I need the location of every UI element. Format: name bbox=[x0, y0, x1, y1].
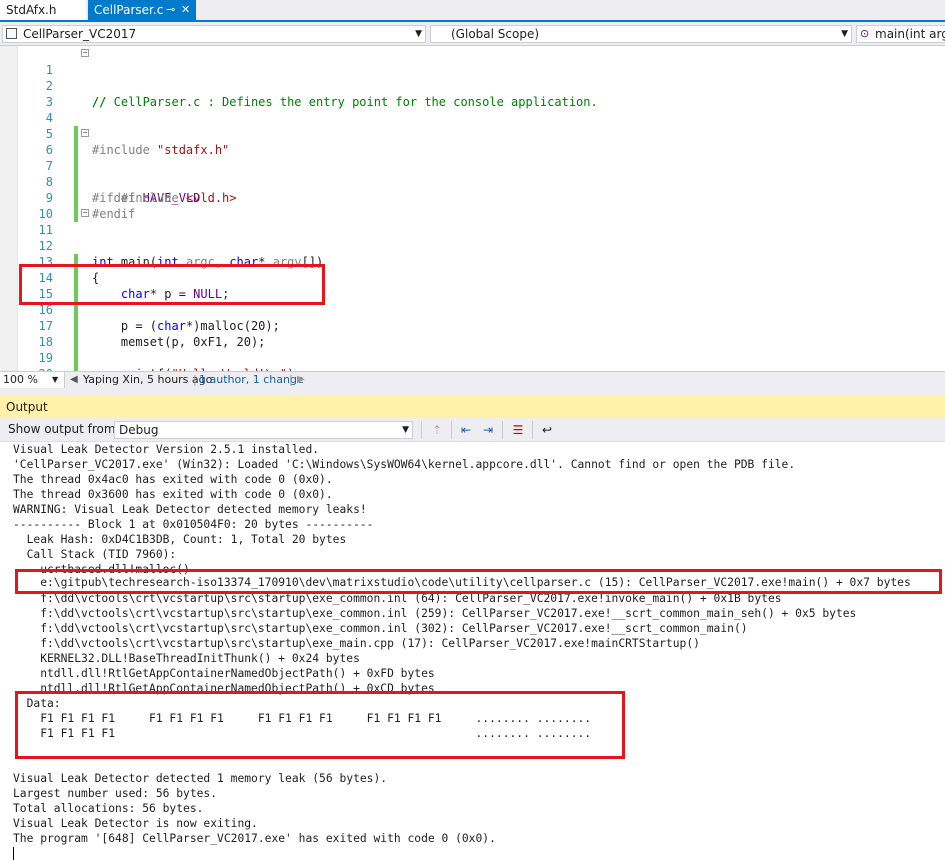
highlight-box-data bbox=[15, 691, 625, 759]
code-line: 8 #endif bbox=[0, 158, 945, 221]
code-line: 19 bbox=[0, 334, 945, 371]
output-line: 'CellParser_VC2017.exe' (Win32): Loaded … bbox=[13, 458, 796, 471]
output-line: WARNING: Visual Leak Detector detected m… bbox=[13, 503, 367, 516]
scope-dropdown[interactable]: (Global Scope) ▼ bbox=[430, 25, 852, 43]
codelens-changes[interactable]: 1 author, 1 change bbox=[199, 372, 304, 388]
code-line: 11 − int main(int argc, char* argv[]) bbox=[0, 206, 945, 270]
member-dropdown-value: main(int argc bbox=[875, 27, 945, 41]
panel-splitter[interactable] bbox=[0, 389, 945, 396]
tab-label: StdAfx.h bbox=[6, 3, 57, 17]
zoom-level: 100 % bbox=[3, 373, 38, 386]
output-line: Visual Leak Detector detected 1 memory l… bbox=[13, 772, 388, 785]
collapse-icon[interactable]: − bbox=[81, 129, 89, 137]
output-line: The program '[648] CellParser_VC2017.exe… bbox=[13, 832, 496, 845]
scope-dropdown-value: (Global Scope) bbox=[451, 27, 540, 41]
chevron-down-icon: ▼ bbox=[52, 375, 59, 384]
output-line: f:\dd\vctools\crt\vcstartup\src\startup\… bbox=[13, 622, 748, 635]
tab-cellparser-c[interactable]: CellParser.c ⊸ ✕ bbox=[88, 0, 196, 20]
output-line: Call Stack (TID 7960): bbox=[13, 548, 177, 561]
navigation-bar: CellParser_VC2017 ▼ (Global Scope) ▼ mai… bbox=[0, 22, 945, 46]
output-window-title: Output bbox=[0, 396, 945, 418]
code-line: 12 { bbox=[0, 222, 945, 285]
highlight-box-callstack bbox=[15, 569, 942, 594]
separator: | bbox=[193, 373, 197, 386]
code-line: 6 − #ifdef HAVE_VLD bbox=[0, 126, 945, 206]
code-line: 3 bbox=[0, 78, 945, 109]
show-output-from-label: Show output from: bbox=[8, 422, 120, 436]
output-source-value: Debug bbox=[119, 423, 159, 437]
clear-all-icon[interactable]: ☰ bbox=[509, 421, 527, 439]
collapse-icon[interactable]: − bbox=[81, 49, 89, 57]
previous-message-icon[interactable]: ⇤ bbox=[457, 421, 475, 439]
output-line: Total allocations: 56 bytes. bbox=[13, 802, 204, 815]
text-cursor bbox=[13, 847, 14, 860]
output-line: f:\dd\vctools\crt\vcstartup\src\startup\… bbox=[13, 607, 857, 620]
project-dropdown-value: CellParser_VC2017 bbox=[23, 27, 137, 41]
code-editor[interactable]: 1 − // CellParser.c : Defines the entry … bbox=[0, 46, 945, 371]
chevron-down-icon: ▼ bbox=[841, 29, 848, 39]
document-tab-bar: StdAfx.h CellParser.c ⊸ ✕ bbox=[0, 0, 945, 22]
member-dropdown[interactable]: main(int argc ⊙ bbox=[856, 25, 945, 43]
toolbar-separator bbox=[421, 421, 422, 439]
tab-label: CellParser.c bbox=[94, 3, 164, 17]
output-line: Visual Leak Detector is now exiting. bbox=[13, 817, 258, 830]
highlight-box-malloc bbox=[19, 264, 325, 305]
next-message-icon[interactable]: ⇥ bbox=[479, 421, 497, 439]
project-icon bbox=[6, 28, 17, 39]
close-icon[interactable]: ✕ bbox=[181, 0, 190, 20]
scroll-left-icon[interactable]: ◀ bbox=[70, 372, 78, 388]
code-line: 2 // bbox=[0, 62, 945, 109]
code-line: 20 return 0; bbox=[0, 350, 945, 371]
code-line: 9 bbox=[0, 174, 945, 222]
output-line: Largest number used: 56 bytes. bbox=[13, 787, 218, 800]
code-line: 1 − // CellParser.c : Defines the entry … bbox=[0, 46, 945, 110]
output-line: ---------- Block 1 at 0x010504F0: 20 byt… bbox=[13, 518, 374, 531]
output-line: KERNEL32.DLL!BaseThreadInitThunk() + 0x2… bbox=[13, 652, 360, 665]
find-message-icon[interactable]: ⇡ bbox=[428, 421, 446, 439]
output-line: The thread 0x3600 has exited with code 0… bbox=[13, 488, 333, 501]
separator: | bbox=[289, 373, 293, 386]
code-line: 4 #include "stdafx.h" bbox=[0, 94, 945, 157]
output-line: ntdll.dll!RtlGetAppContainerNamedObjectP… bbox=[13, 667, 435, 680]
output-source-dropdown[interactable]: Debug ▼ bbox=[114, 421, 413, 439]
editor-status-strip: 100 % ▼ ◀ Yaping Xin, 5 hours ago | 1 au… bbox=[0, 371, 945, 389]
chevron-down-icon: ▼ bbox=[402, 425, 409, 435]
output-line: Visual Leak Detector Version 2.5.1 insta… bbox=[13, 443, 320, 456]
project-dropdown[interactable]: CellParser_VC2017 ▼ bbox=[2, 25, 426, 43]
output-line: f:\dd\vctools\crt\vcstartup\src\startup\… bbox=[13, 637, 700, 650]
output-line: Leak Hash: 0xD4C1B3DB, Count: 1, Total 2… bbox=[13, 533, 347, 546]
zoom-dropdown[interactable]: 100 % ▼ bbox=[0, 372, 65, 388]
output-toolbar: Show output from: Debug ▼ ⇡ ⇤ ⇥ ☰ ↩ bbox=[0, 418, 945, 442]
tab-stdafx-h[interactable]: StdAfx.h bbox=[0, 0, 86, 20]
word-wrap-icon[interactable]: ↩ bbox=[538, 421, 556, 439]
method-icon: ⊙ bbox=[860, 27, 870, 40]
code-line: 18 printf("Hello World!\n"); bbox=[0, 318, 945, 371]
code-line: 5 bbox=[0, 110, 945, 158]
code-line: 13 char* p = NULL; bbox=[0, 238, 945, 301]
scroll-right-icon[interactable]: ▶ bbox=[297, 372, 305, 388]
toolbar-separator bbox=[502, 421, 503, 439]
output-line: The thread 0x4ac0 has exited with code 0… bbox=[13, 473, 333, 486]
pin-icon[interactable]: ⊸ bbox=[166, 0, 175, 20]
code-line: 7 #include <vld.h> bbox=[0, 142, 945, 205]
output-text-area[interactable]: Visual Leak Detector Version 2.5.1 insta… bbox=[0, 442, 945, 861]
collapse-icon[interactable]: − bbox=[81, 209, 89, 217]
toolbar-separator bbox=[451, 421, 452, 439]
code-line: 10 bbox=[0, 190, 945, 221]
chevron-down-icon: ▼ bbox=[415, 29, 422, 39]
toolbar-separator bbox=[532, 421, 533, 439]
